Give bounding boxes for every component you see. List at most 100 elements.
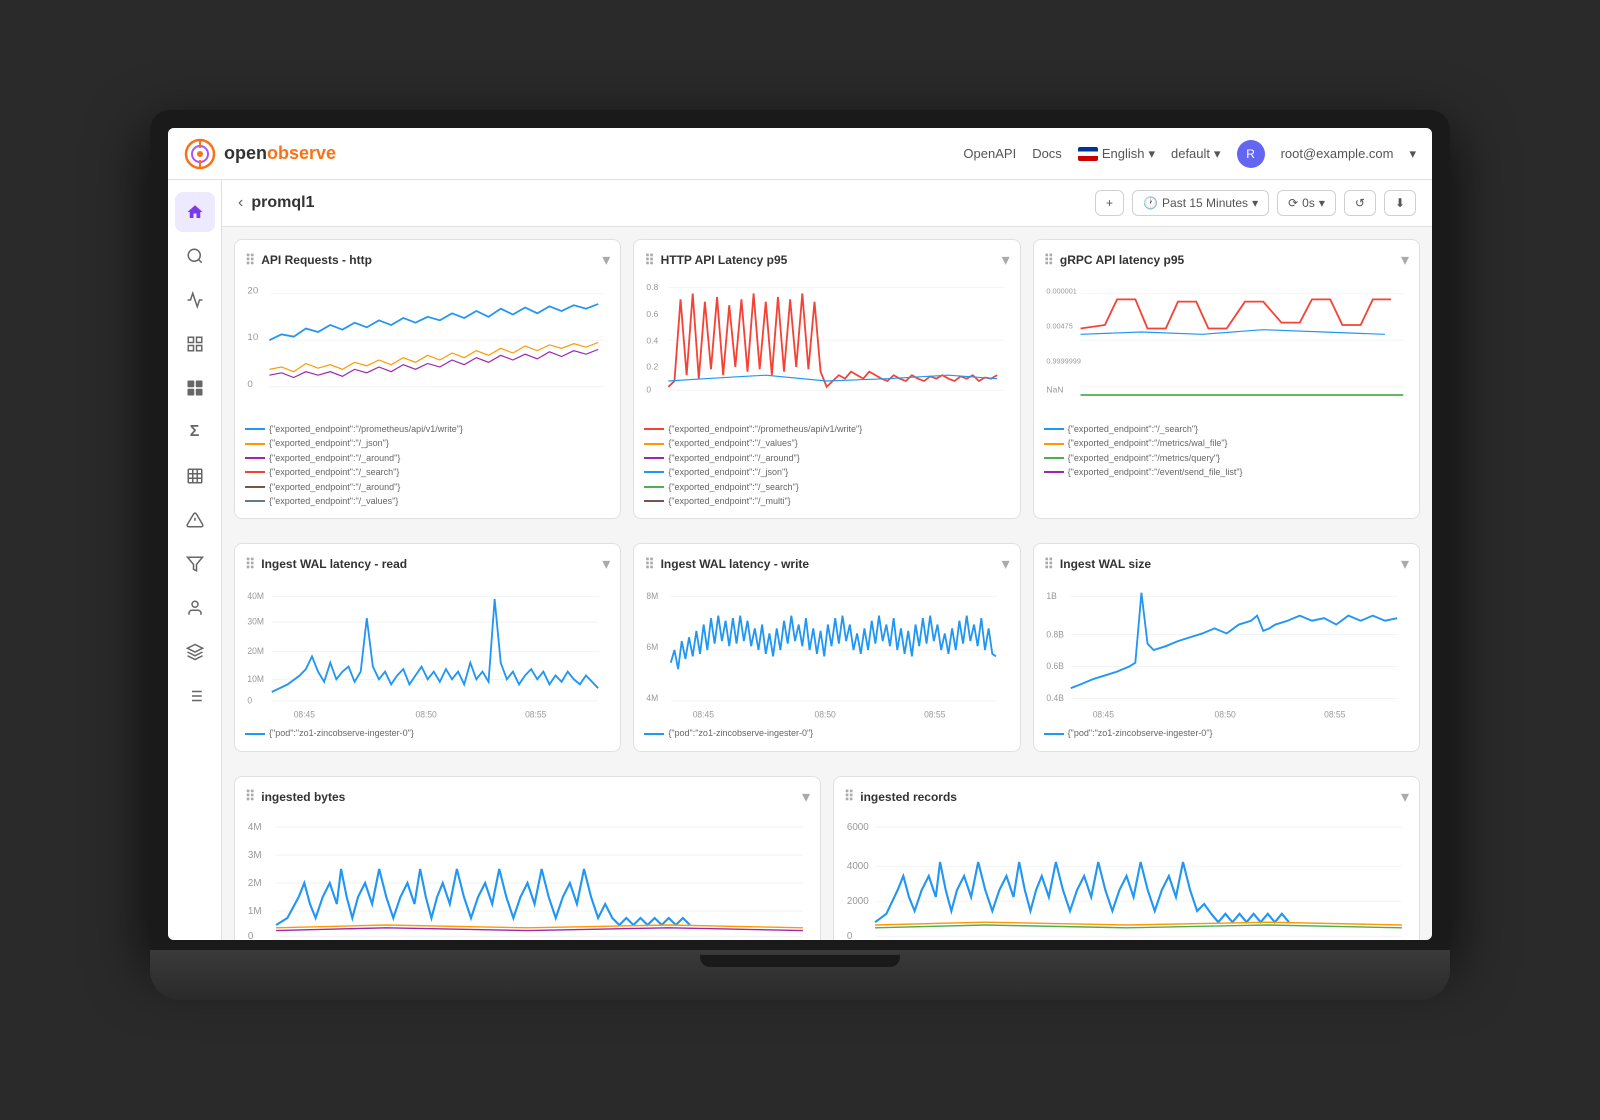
chart-grpc-latency: ⠿ gRPC API latency p95 ▾ 0.000001 0.0047… bbox=[1033, 239, 1420, 519]
org-selector[interactable]: default ▾ bbox=[1171, 146, 1221, 162]
svg-text:0: 0 bbox=[847, 931, 853, 940]
svg-text:08:55: 08:55 bbox=[525, 710, 546, 720]
legend-label: {"pod":"zo1-zincobserve-ingester-0"} bbox=[1068, 726, 1213, 740]
sidebar-item-alert[interactable] bbox=[175, 500, 215, 540]
legend-color bbox=[644, 486, 664, 488]
chart-menu-button[interactable]: ▾ bbox=[602, 250, 610, 270]
chart-header: ⠿ ingested bytes ▾ bbox=[245, 787, 810, 807]
chart-svg: 0.000001 0.00475 0.9999999 NaN bbox=[1044, 276, 1409, 416]
chart-title-text: ingested bytes bbox=[261, 790, 345, 804]
legend-color bbox=[1044, 471, 1064, 473]
legend-item: {"exported_endpoint":"/metrics/wal_file"… bbox=[1044, 436, 1409, 450]
svg-text:20: 20 bbox=[247, 286, 258, 297]
sidebar-item-sum[interactable]: Σ bbox=[175, 412, 215, 452]
language-selector[interactable]: English ▾ bbox=[1078, 146, 1155, 162]
legend-item: {"exported_endpoint":"/_json"} bbox=[245, 436, 610, 450]
chart-legend: {"exported_endpoint":"/_search"} {"expor… bbox=[1044, 422, 1409, 480]
chart-svg: 1B 0.8B 0.6B 0.4B 08:45 bbox=[1044, 580, 1409, 720]
sidebar-item-user[interactable] bbox=[175, 588, 215, 628]
refresh-selector[interactable]: ⟳ 0s ▾ bbox=[1277, 190, 1336, 216]
svg-text:08:45: 08:45 bbox=[294, 710, 315, 720]
chart-body: 8M 6M 4M 08:45 08:50 08:55 bbox=[644, 580, 1009, 720]
chart-title-text: HTTP API Latency p95 bbox=[661, 253, 788, 267]
sidebar-item-integrations[interactable] bbox=[175, 632, 215, 672]
dashboard-header: ‹ promql1 + 🕐 Past 15 Minutes bbox=[222, 180, 1432, 227]
sidebar-item-dashboard[interactable] bbox=[175, 324, 215, 364]
svg-text:08:45: 08:45 bbox=[1092, 710, 1113, 720]
download-button[interactable]: ⬇ bbox=[1384, 190, 1416, 216]
svg-text:0.8B: 0.8B bbox=[1046, 629, 1064, 639]
legend-color bbox=[644, 443, 664, 445]
chart-wal-write: ⠿ Ingest WAL latency - write ▾ 8M 6M bbox=[633, 543, 1020, 751]
time-selector[interactable]: 🕐 Past 15 Minutes ▾ bbox=[1132, 190, 1269, 216]
charts-grid-row3: ⠿ ingested bytes ▾ 4M 3M 2M bbox=[222, 764, 1432, 940]
header-controls: + 🕐 Past 15 Minutes ▾ ⟳ 0s bbox=[1095, 190, 1416, 216]
legend-color bbox=[644, 500, 664, 502]
drag-handle-icon: ⠿ bbox=[644, 252, 654, 269]
chart-menu-button[interactable]: ▾ bbox=[602, 554, 610, 574]
sidebar-item-search[interactable] bbox=[175, 236, 215, 276]
org-label: default bbox=[1171, 146, 1210, 161]
legend-item: {"exported_endpoint":"/_values"} bbox=[644, 436, 1009, 450]
svg-text:0.4: 0.4 bbox=[647, 336, 659, 346]
chart-ingested-records: ⠿ ingested records ▾ 6000 4000 bbox=[833, 776, 1420, 940]
legend-color bbox=[245, 500, 265, 502]
chart-menu-button[interactable]: ▾ bbox=[1401, 554, 1409, 574]
legend-item: {"exported_endpoint":"/prometheus/api/v1… bbox=[644, 422, 1009, 436]
legend-label: {"exported_endpoint":"/metrics/wal_file"… bbox=[1068, 436, 1228, 450]
legend-item: {"exported_endpoint":"/_multi"} bbox=[644, 494, 1009, 508]
sidebar-item-filter[interactable] bbox=[175, 544, 215, 584]
chart-svg: 40M 30M 20M 10M 0 bbox=[245, 580, 610, 720]
legend-label: {"exported_endpoint":"/_json"} bbox=[269, 436, 389, 450]
legend-label: {"exported_endpoint":"/_search"} bbox=[269, 465, 399, 479]
logo-open: open bbox=[224, 143, 267, 163]
chart-legend: {"pod":"zo1-zincobserve-ingester-0"} bbox=[245, 726, 610, 740]
chart-title: ⠿ ingested bytes bbox=[245, 788, 345, 805]
reload-button[interactable]: ↺ bbox=[1344, 190, 1376, 216]
sidebar-item-table[interactable] bbox=[175, 456, 215, 496]
svg-text:08:50: 08:50 bbox=[415, 710, 436, 720]
chart-body: 1B 0.8B 0.6B 0.4B 08:45 bbox=[1044, 580, 1409, 720]
chart-legend: {"pod":"zo1-zincobserve-ingester-0"} bbox=[1044, 726, 1409, 740]
legend-label: {"exported_endpoint":"/_search"} bbox=[1068, 422, 1198, 436]
chart-svg: 20 10 0 bbox=[245, 276, 610, 416]
legend-label: {"exported_endpoint":"/event/send_file_l… bbox=[1068, 465, 1243, 479]
svg-text:6000: 6000 bbox=[847, 822, 869, 833]
svg-text:1B: 1B bbox=[1046, 591, 1057, 601]
chart-menu-button[interactable]: ▾ bbox=[1401, 787, 1409, 807]
chart-header: ⠿ API Requests - http ▾ bbox=[245, 250, 610, 270]
add-panel-button[interactable]: + bbox=[1095, 190, 1124, 216]
charts-grid-row1: ⠿ API Requests - http ▾ 20 10 bbox=[222, 227, 1432, 531]
svg-text:0.6B: 0.6B bbox=[1046, 661, 1064, 671]
legend-item: {"exported_endpoint":"/event/send_file_l… bbox=[1044, 465, 1409, 479]
dashboard-title: promql1 bbox=[251, 194, 314, 212]
org-chevron-icon: ▾ bbox=[1214, 146, 1221, 162]
refresh-chevron-icon: ▾ bbox=[1319, 196, 1325, 210]
sidebar-item-list[interactable] bbox=[175, 676, 215, 716]
openapi-link[interactable]: OpenAPI bbox=[963, 146, 1016, 161]
svg-text:0: 0 bbox=[248, 931, 254, 940]
svg-text:0.6: 0.6 bbox=[647, 309, 659, 319]
docs-link[interactable]: Docs bbox=[1032, 146, 1062, 161]
chart-menu-button[interactable]: ▾ bbox=[802, 787, 810, 807]
sidebar-item-metrics[interactable] bbox=[175, 280, 215, 320]
svg-text:0.9999999: 0.9999999 bbox=[1046, 358, 1080, 366]
chart-title: ⠿ Ingest WAL size bbox=[1044, 556, 1151, 573]
chart-http-latency: ⠿ HTTP API Latency p95 ▾ 0.8 0.6 bbox=[633, 239, 1020, 519]
user-email: root@example.com bbox=[1281, 146, 1394, 161]
chart-ingested-bytes: ⠿ ingested bytes ▾ 4M 3M 2M bbox=[234, 776, 821, 940]
chart-menu-button[interactable]: ▾ bbox=[1002, 554, 1010, 574]
logo-icon bbox=[184, 138, 216, 170]
flag-icon bbox=[1078, 147, 1098, 161]
back-button[interactable]: ‹ bbox=[238, 194, 243, 212]
sidebar-item-apps[interactable] bbox=[175, 368, 215, 408]
sidebar-item-home[interactable] bbox=[175, 192, 215, 232]
refresh-icon: ⟳ bbox=[1288, 196, 1298, 210]
legend-color bbox=[1044, 733, 1064, 735]
chart-svg: 8M 6M 4M 08:45 08:50 08:55 bbox=[644, 580, 1009, 720]
legend-color bbox=[644, 457, 664, 459]
chart-menu-button[interactable]: ▾ bbox=[1002, 250, 1010, 270]
legend-label: {"exported_endpoint":"/_json"} bbox=[668, 465, 788, 479]
chart-body: 0.8 0.6 0.4 0.2 0 bbox=[644, 276, 1009, 416]
chart-menu-button[interactable]: ▾ bbox=[1401, 250, 1409, 270]
